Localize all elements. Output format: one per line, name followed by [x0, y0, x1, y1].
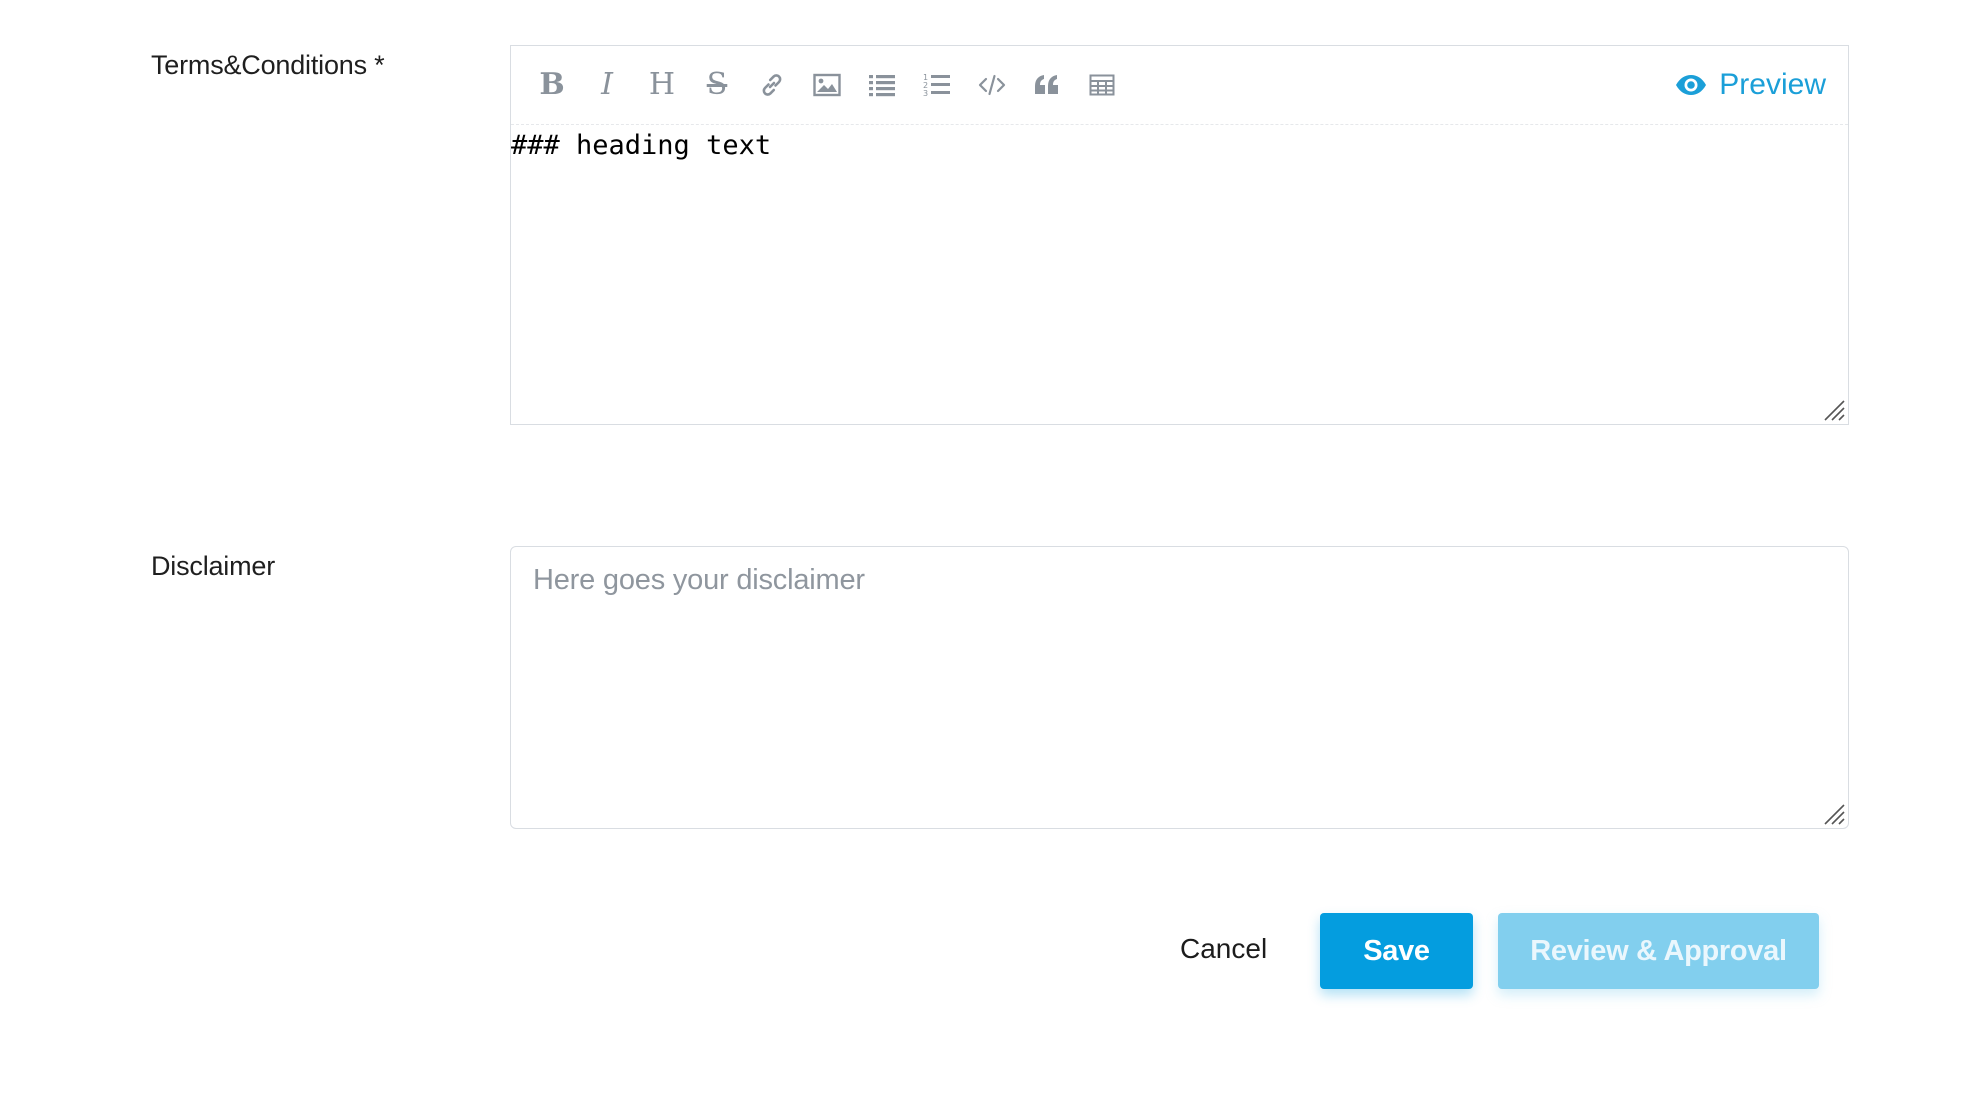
quote-button[interactable]	[1022, 60, 1072, 110]
disclaimer-label: Disclaimer	[151, 551, 276, 581]
strikethrough-icon: S	[706, 67, 728, 102]
terms-markdown-editor: B I H S 1 2 3 Preview ### heading text	[510, 45, 1849, 425]
italic-icon: I	[601, 67, 613, 102]
italic-button[interactable]: I	[582, 60, 632, 110]
resize-handle-icon[interactable]	[1819, 395, 1845, 421]
ordered-list-icon: 1 2 3	[923, 73, 950, 98]
bold-button[interactable]: B	[527, 60, 577, 110]
table-icon	[1089, 74, 1115, 96]
table-button[interactable]	[1077, 60, 1127, 110]
resize-handle-icon[interactable]	[1819, 799, 1845, 825]
strikethrough-button[interactable]: S	[692, 60, 742, 110]
cancel-button[interactable]: Cancel	[1180, 933, 1267, 965]
eye-icon	[1675, 74, 1707, 96]
terms-editor-textarea[interactable]: ### heading text	[511, 126, 1848, 424]
code-button[interactable]	[967, 60, 1017, 110]
svg-text:3: 3	[923, 89, 928, 98]
quote-icon	[1035, 75, 1058, 94]
review-approval-button[interactable]: Review & Approval	[1498, 913, 1819, 989]
heading-button[interactable]: H	[637, 60, 687, 110]
form-page: Terms&Conditions * B I H S 1 2 3 Preview…	[0, 0, 1980, 1112]
heading-icon: H	[648, 67, 676, 102]
editor-toolbar: B I H S 1 2 3 Preview	[511, 46, 1848, 125]
preview-button[interactable]: Preview	[1675, 68, 1826, 102]
preview-label: Preview	[1719, 68, 1826, 101]
unordered-list-icon	[869, 75, 895, 97]
ordered-list-button[interactable]: 1 2 3	[912, 60, 962, 110]
disclaimer-textarea[interactable]: Here goes your disclaimer	[510, 546, 1849, 829]
save-button[interactable]: Save	[1320, 913, 1473, 989]
bold-icon: B	[539, 67, 565, 102]
image-icon	[813, 73, 841, 97]
disclaimer-placeholder: Here goes your disclaimer	[533, 564, 865, 596]
terms-conditions-label: Terms&Conditions *	[151, 50, 385, 80]
code-icon	[978, 74, 1006, 96]
link-button[interactable]	[747, 60, 797, 110]
link-icon	[762, 74, 782, 96]
unordered-list-button[interactable]	[857, 60, 907, 110]
image-button[interactable]	[802, 60, 852, 110]
